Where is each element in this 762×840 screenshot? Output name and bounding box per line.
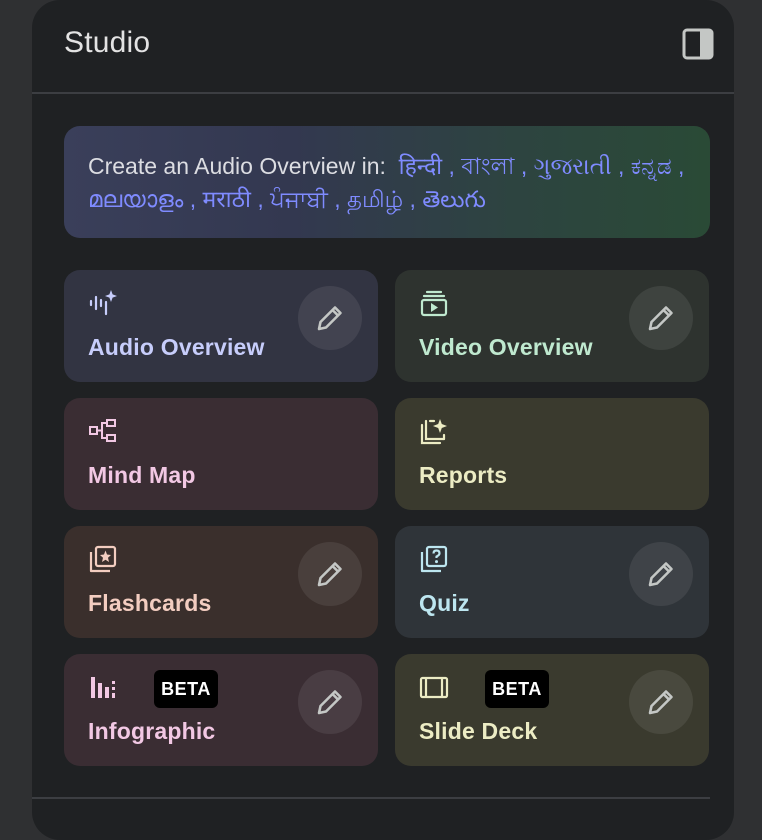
banner-text: Create an Audio Overview in: हिन्दी , বা… — [88, 150, 698, 216]
language-link-tamil[interactable]: தமிழ் — [347, 186, 403, 212]
card-label: Mind Map — [88, 462, 196, 488]
beta-badge: BETA — [154, 670, 218, 708]
language-link-malayalam[interactable]: മലയാളം — [88, 186, 183, 212]
language-link-bengali[interactable]: বাংলা — [461, 153, 514, 179]
language-separator: , — [678, 153, 685, 179]
language-separator: , — [617, 153, 625, 179]
language-separator: , — [520, 153, 528, 179]
edit-button[interactable] — [298, 286, 362, 350]
pencil-icon — [317, 306, 342, 331]
audio-overview-card[interactable]: Audio Overview — [64, 270, 378, 382]
pencil-icon — [648, 562, 673, 587]
card-label: Slide Deck — [419, 718, 538, 744]
flashcards-icon — [89, 545, 117, 573]
beta-badge: BETA — [485, 670, 549, 708]
studio-header: Studio — [32, 0, 734, 94]
language-link-gujarati[interactable]: ગુજરાતી — [534, 153, 612, 179]
edit-button[interactable] — [298, 542, 362, 606]
audio-overview-language-banner: Create an Audio Overview in: हिन्दी , বা… — [64, 126, 710, 238]
mind-map-icon — [89, 419, 116, 442]
reports-card[interactable]: Reports — [395, 398, 709, 510]
studio-panel: Studio Create an Audio Overview in: हिन्… — [32, 0, 734, 840]
quiz-card[interactable]: Quiz — [395, 526, 709, 638]
slide-deck-card[interactable]: BETA Slide Deck — [395, 654, 709, 766]
edit-button[interactable] — [629, 670, 693, 734]
card-label: Reports — [419, 462, 508, 488]
language-separator: , — [448, 153, 455, 179]
panel-title: Studio — [64, 26, 151, 59]
language-link-punjabi[interactable]: ਪੰਜਾਬੀ — [270, 186, 328, 212]
card-label: Quiz — [419, 590, 470, 616]
side-panel-icon[interactable] — [682, 28, 714, 60]
video-stack-icon — [420, 290, 448, 317]
edit-button[interactable] — [298, 670, 362, 734]
banner-prefix: Create an Audio Overview in: — [88, 153, 386, 179]
card-label: Infographic — [88, 718, 216, 744]
slide-deck-icon — [419, 676, 449, 699]
audio-waveform-sparkle-icon — [89, 290, 117, 316]
flashcards-card[interactable]: Flashcards — [64, 526, 378, 638]
mind-map-card[interactable]: Mind Map — [64, 398, 378, 510]
quiz-icon — [420, 545, 448, 573]
language-separator: , — [334, 186, 341, 212]
language-separator: , — [257, 186, 264, 212]
pencil-icon — [648, 690, 673, 715]
infographic-card[interactable]: BETA Infographic — [64, 654, 378, 766]
card-label: Video Overview — [419, 334, 593, 360]
infographic-bars-icon — [91, 677, 115, 698]
pencil-icon — [317, 690, 342, 715]
edit-button[interactable] — [629, 542, 693, 606]
reports-sparkle-icon — [420, 419, 447, 445]
card-label: Flashcards — [88, 590, 212, 616]
pencil-icon — [317, 562, 342, 587]
card-label: Audio Overview — [88, 334, 265, 360]
language-link-kannada[interactable]: ಕನ್ನಡ — [631, 153, 672, 179]
section-divider — [32, 797, 710, 799]
language-link-telugu[interactable]: తెలుగు — [422, 186, 486, 212]
video-overview-card[interactable]: Video Overview — [395, 270, 709, 382]
language-separator: , — [189, 186, 197, 212]
pencil-icon — [648, 306, 673, 331]
language-link-marathi[interactable]: मराठी — [202, 186, 250, 212]
edit-button[interactable] — [629, 286, 693, 350]
language-separator: , — [409, 186, 416, 212]
language-link-hindi[interactable]: हिन्दी — [399, 153, 442, 179]
